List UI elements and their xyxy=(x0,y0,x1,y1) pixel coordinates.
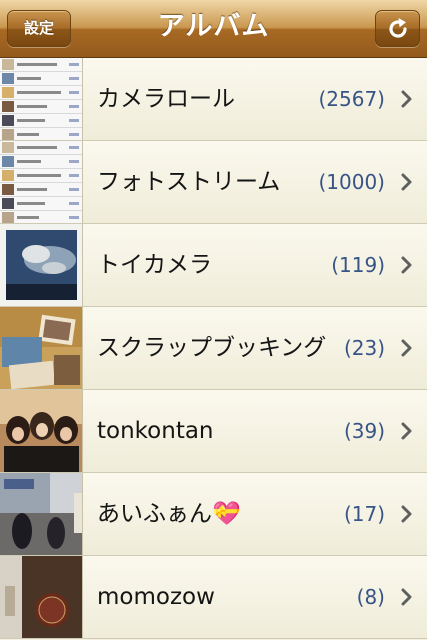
navigation-bar: 設定 アルバム xyxy=(0,0,427,58)
album-count: (39) xyxy=(343,419,385,443)
album-thumbnail xyxy=(0,141,83,223)
chevron-right-icon xyxy=(401,90,412,108)
album-name: スクラップブッキング xyxy=(97,335,327,361)
album-name: フォトストリーム xyxy=(97,169,281,195)
chevron-right-icon xyxy=(401,505,412,523)
album-row-momozow[interactable]: momozow (8) xyxy=(0,556,427,639)
album-thumbnail xyxy=(0,224,83,306)
refresh-icon xyxy=(389,18,407,38)
album-thumbnail xyxy=(0,473,83,555)
album-row-scrapbooking[interactable]: スクラップブッキング (23) xyxy=(0,307,427,390)
album-thumbnail xyxy=(0,390,83,472)
album-name: momozow xyxy=(97,584,215,610)
album-row-aifan[interactable]: あいふぁん💝 (17) xyxy=(0,473,427,556)
chevron-right-icon xyxy=(401,422,412,440)
album-thumbnail xyxy=(0,58,83,140)
refresh-button[interactable] xyxy=(375,10,420,47)
chevron-right-icon xyxy=(401,588,412,606)
chevron-right-icon xyxy=(401,256,412,274)
album-list: カメラロール (2567) フォトストリーム (1000) トイカメラ (119… xyxy=(0,58,427,639)
chevron-right-icon xyxy=(401,173,412,191)
album-count: (119) xyxy=(331,253,385,277)
album-name: カメラロール xyxy=(97,86,235,112)
album-row-photo-stream[interactable]: フォトストリーム (1000) xyxy=(0,141,427,224)
chevron-right-icon xyxy=(401,339,412,357)
album-count: (2567) xyxy=(318,87,385,111)
album-count: (8) xyxy=(356,585,385,609)
album-count: (17) xyxy=(343,502,385,526)
album-row-camera-roll[interactable]: カメラロール (2567) xyxy=(0,58,427,141)
album-count: (23) xyxy=(343,336,385,360)
album-row-toy-camera[interactable]: トイカメラ (119) xyxy=(0,224,427,307)
album-name: トイカメラ xyxy=(97,252,212,278)
page-title: アルバム xyxy=(157,11,270,42)
album-thumbnail xyxy=(0,556,83,638)
album-thumbnail xyxy=(0,307,83,389)
album-count: (1000) xyxy=(318,170,385,194)
album-name: tonkontan xyxy=(97,418,214,444)
album-row-tonkontan[interactable]: tonkontan (39) xyxy=(0,390,427,473)
album-name: あいふぁん💝 xyxy=(97,501,241,527)
